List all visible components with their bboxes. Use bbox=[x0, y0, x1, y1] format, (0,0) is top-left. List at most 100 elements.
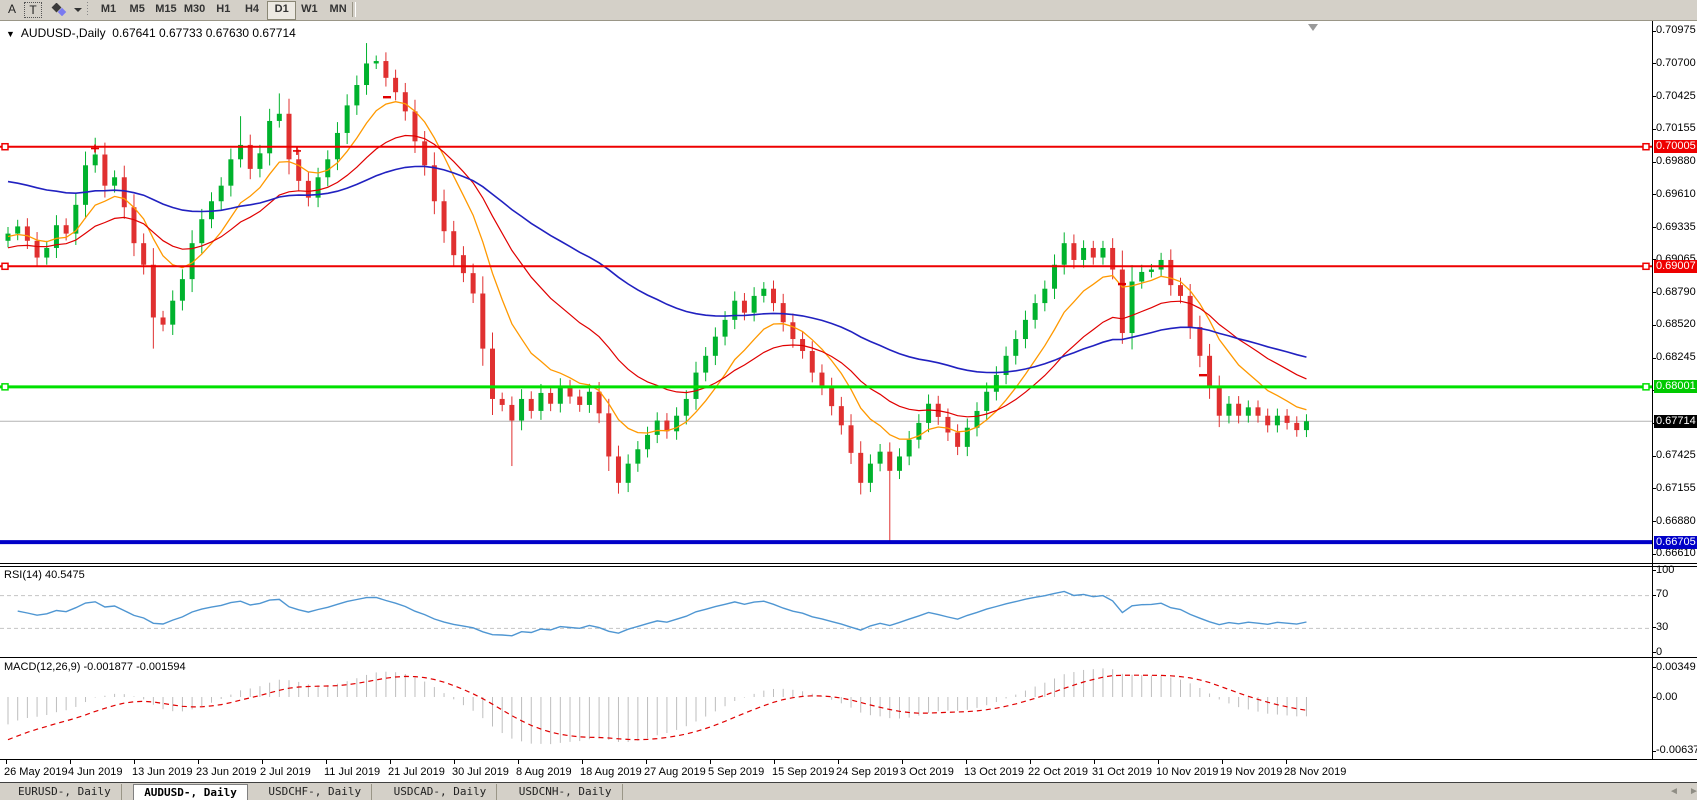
diamonds-icon bbox=[50, 3, 72, 16]
chevron-down-icon[interactable] bbox=[74, 8, 82, 12]
candle-body bbox=[1062, 243, 1067, 265]
dash-marker-icon[interactable] bbox=[1118, 283, 1126, 285]
candle-body bbox=[519, 399, 524, 421]
candle-body bbox=[490, 349, 495, 399]
candle-body bbox=[131, 207, 136, 243]
rsi-indicator-chart bbox=[0, 567, 1697, 657]
timeframe-button-w1[interactable]: W1 bbox=[296, 1, 323, 18]
candle-body bbox=[345, 105, 350, 133]
timeframe-button-h4[interactable]: H4 bbox=[239, 1, 266, 18]
candle-body bbox=[257, 153, 262, 169]
candle-body bbox=[790, 322, 795, 339]
candle-body bbox=[897, 456, 902, 470]
candle-body bbox=[907, 440, 912, 457]
tab-scroll-left-icon[interactable]: ◄ bbox=[1668, 786, 1680, 798]
dash-marker-icon[interactable] bbox=[383, 96, 391, 98]
line-handle[interactable] bbox=[1643, 144, 1649, 150]
tab-audusd[interactable]: AUDUSD-, Daily bbox=[133, 784, 248, 800]
candle-body bbox=[480, 294, 485, 349]
date-axis-tick bbox=[646, 760, 647, 764]
tab-scroll-right-icon[interactable]: ► bbox=[1688, 786, 1697, 798]
ma-line bbox=[8, 102, 1306, 440]
timeframe-button-d1[interactable]: D1 bbox=[267, 1, 296, 20]
candle-body bbox=[161, 317, 166, 324]
candle-body bbox=[674, 416, 679, 432]
candle-body bbox=[1052, 265, 1057, 289]
rsi-panel[interactable] bbox=[0, 566, 1697, 658]
toolbar: A T M1M5M15M30H1H4D1W1MN bbox=[0, 0, 1697, 21]
axis-tick bbox=[1653, 652, 1656, 653]
price-tick-label: 0.67425 bbox=[1656, 449, 1696, 462]
chart-symbol-label: AUDUSD-,Daily bbox=[21, 26, 106, 40]
timeframe-button-mn[interactable]: MN bbox=[325, 1, 352, 18]
text-tool-button[interactable]: T bbox=[24, 2, 42, 18]
line-handle[interactable] bbox=[2, 144, 8, 150]
timeframe-button-m5[interactable]: M5 bbox=[124, 1, 151, 18]
candle-body bbox=[849, 425, 854, 453]
timeframe-button-m15[interactable]: M15 bbox=[152, 1, 179, 18]
axis-tick bbox=[1653, 129, 1656, 130]
candle-body bbox=[35, 241, 40, 258]
candle-body bbox=[209, 201, 214, 219]
chart-title: ▼AUDUSD-,Daily 0.67641 0.67733 0.67630 0… bbox=[6, 26, 296, 40]
tab-usdcnh[interactable]: USDCNH-, Daily bbox=[509, 784, 623, 800]
tab-usdcad[interactable]: USDCAD-, Daily bbox=[384, 784, 498, 800]
price-tick-label: 0.68790 bbox=[1656, 286, 1696, 299]
candle-body bbox=[955, 432, 960, 446]
axis-tick bbox=[1653, 63, 1656, 64]
candle-body bbox=[597, 392, 602, 414]
arrow-tool-button[interactable]: A bbox=[2, 1, 22, 18]
candle-body bbox=[1226, 404, 1231, 416]
candle-body bbox=[810, 351, 815, 373]
date-label: 18 Aug 2019 bbox=[580, 766, 642, 778]
date-label: 2 Jul 2019 bbox=[260, 766, 311, 778]
candle-body bbox=[732, 301, 737, 320]
candle-body bbox=[228, 159, 233, 185]
candle-body bbox=[1188, 296, 1193, 327]
timeframe-button-m30[interactable]: M30 bbox=[181, 1, 208, 18]
candle-body bbox=[1304, 421, 1309, 430]
tab-eurusd[interactable]: EURUSD-, Daily bbox=[8, 784, 122, 800]
chart-shift-marker-icon[interactable] bbox=[1308, 24, 1318, 31]
price-tick-label: 0.67155 bbox=[1656, 482, 1696, 495]
candle-body bbox=[548, 393, 553, 404]
price-tick-label: 30 bbox=[1656, 621, 1668, 634]
candle-body bbox=[635, 449, 640, 463]
price-tick-label: 0.70700 bbox=[1656, 57, 1696, 70]
date-axis-tick bbox=[518, 760, 519, 764]
line-handle[interactable] bbox=[1643, 263, 1649, 269]
candlestick-chart[interactable] bbox=[0, 21, 1697, 563]
tab-usdchf[interactable]: USDCHF-, Daily bbox=[258, 784, 372, 800]
candle-body bbox=[1285, 416, 1290, 423]
candle-body bbox=[1139, 272, 1144, 282]
timeframe-button-h1[interactable]: H1 bbox=[210, 1, 237, 18]
macd-panel[interactable] bbox=[0, 659, 1697, 760]
axis-tick bbox=[1653, 627, 1656, 628]
candle-body bbox=[1013, 339, 1018, 356]
date-axis-tick bbox=[966, 760, 967, 764]
candle-body bbox=[180, 279, 185, 301]
candle-body bbox=[500, 399, 505, 405]
candle-body bbox=[858, 453, 863, 483]
chevron-down-icon[interactable]: ▼ bbox=[6, 29, 15, 39]
candle-body bbox=[374, 61, 379, 63]
timeframe-button-m1[interactable]: M1 bbox=[95, 1, 122, 18]
main-chart-panel[interactable] bbox=[0, 21, 1697, 564]
date-label: 13 Jun 2019 bbox=[132, 766, 193, 778]
date-label: 28 Nov 2019 bbox=[1284, 766, 1346, 778]
candle-body bbox=[422, 141, 427, 165]
candle-body bbox=[945, 417, 950, 433]
line-handle[interactable] bbox=[1643, 384, 1649, 390]
candle-body bbox=[471, 273, 476, 293]
candle-body bbox=[752, 296, 757, 313]
candle-body bbox=[112, 177, 117, 185]
line-handle[interactable] bbox=[2, 384, 8, 390]
dash-marker-icon[interactable] bbox=[1199, 374, 1207, 376]
axis-tick bbox=[1653, 292, 1656, 293]
price-tick-label: -0.00637 bbox=[1656, 744, 1697, 757]
candle-body bbox=[354, 85, 359, 105]
objects-palette-icon[interactable] bbox=[50, 3, 72, 16]
candle-body bbox=[1256, 407, 1261, 415]
candle-body bbox=[713, 337, 718, 356]
line-handle[interactable] bbox=[2, 263, 8, 269]
